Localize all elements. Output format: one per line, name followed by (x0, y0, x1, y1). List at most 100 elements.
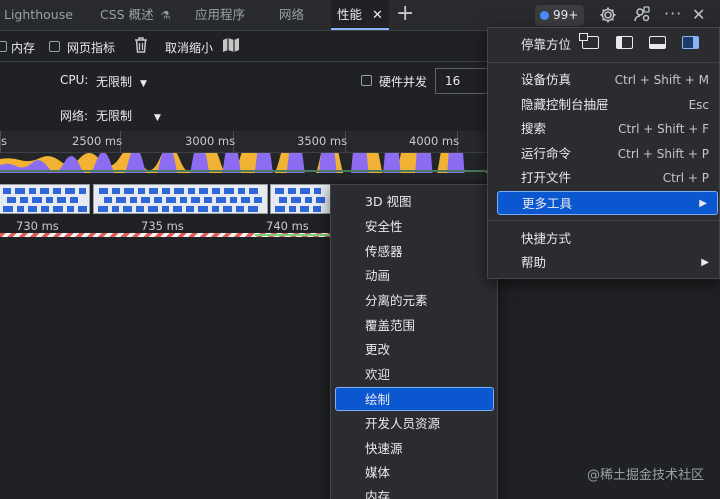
hw-concurrency-value: 16 (445, 74, 461, 88)
watermark-text: @稀土掘金技术社区 (586, 468, 704, 483)
menu-divider (488, 62, 719, 63)
menu-item-coverage[interactable]: 覆盖范围 (331, 314, 497, 338)
memory-checkbox[interactable] (0, 40, 7, 54)
menu-item-label: 开发人员资源 (365, 416, 441, 431)
timeline-ruler[interactable]: s 2500 ms 3000 ms 3500 ms 4000 ms (0, 131, 490, 153)
ruler-tick-label: 2500 ms (72, 134, 123, 148)
ruler-tick-label: 3000 ms (185, 134, 236, 148)
issues-count: 99+ (553, 8, 579, 22)
hw-concurrency-checkbox[interactable] (361, 74, 372, 88)
menu-item-label: 安全性 (365, 219, 403, 234)
tab-label: 性能 (337, 7, 363, 22)
dock-left-icon[interactable] (616, 36, 633, 49)
screenshot-thumbnail[interactable] (93, 184, 268, 214)
undock-icon[interactable] (579, 33, 599, 49)
menu-item-developer-resources[interactable]: 开发人员资源 (331, 412, 497, 436)
menu-item-3d-view[interactable]: 3D 视图 (331, 190, 497, 214)
detail-tick-label: 740 ms (266, 219, 309, 233)
web-vitals-label: 网页指标 (67, 41, 116, 55)
tab-lighthouse[interactable]: Lighthouse (4, 0, 73, 30)
detail-tick-label: 735 ms (141, 219, 184, 233)
trash-icon[interactable] (133, 36, 149, 57)
cpu-throttle-value: 无限制 (96, 75, 133, 89)
cpu-throttle-select[interactable]: 无限制 ▼ (96, 73, 147, 90)
menu-item-shortcut: Ctrl + Shift + M (614, 73, 709, 87)
more-vertical-icon[interactable]: ··· (664, 5, 684, 25)
chevron-right-icon: ▶ (699, 198, 707, 209)
menu-item-label: 欢迎 (365, 367, 391, 382)
issue-dot-icon (540, 11, 549, 20)
menu-item-welcome[interactable]: 欢迎 (331, 363, 497, 387)
menu-item-hide-console-drawer[interactable]: 隐藏控制台抽屉 Esc (488, 93, 719, 117)
screenshot-thumbnail[interactable] (270, 184, 332, 214)
tab-css-overview[interactable]: CSS 概述 ⚗ (100, 0, 170, 30)
map-icon[interactable] (222, 37, 240, 56)
menu-item-security[interactable]: 安全性 (331, 215, 497, 239)
menu-item-label: 动画 (365, 268, 391, 283)
menu-item-shortcuts[interactable]: 快捷方式 (488, 227, 719, 251)
menu-item-label: 更多工具 (522, 196, 573, 211)
menu-item-label: 传感器 (365, 244, 403, 259)
ruler-tick-label: 4000 ms (409, 134, 460, 148)
screenshot-thumbnail[interactable] (0, 184, 90, 214)
customize-people-icon[interactable] (632, 5, 652, 25)
menu-item-detached-elements[interactable]: 分离的元素 (331, 289, 497, 313)
network-throttle-select[interactable]: 无限制 ▼ (96, 107, 161, 124)
more-tools-submenu: 3D 视图 安全性 传感器 动画 分离的元素 覆盖范围 更改 欢迎 绘制 开发人… (330, 184, 498, 499)
settings-gear-icon[interactable] (598, 5, 618, 25)
close-icon[interactable]: ✕ (372, 8, 383, 23)
menu-item-shortcut: Ctrl + Shift + P (617, 147, 709, 161)
menu-item-label: 更改 (365, 342, 391, 357)
menu-item-label: 帮助 (521, 255, 547, 270)
menu-item-help[interactable]: 帮助 ▶ (488, 251, 719, 275)
menu-item-memory[interactable]: 内存 (331, 485, 497, 499)
dock-right-icon[interactable] (682, 36, 699, 49)
tab-performance[interactable]: 性能 ✕ (331, 0, 389, 30)
menu-item-label: 覆盖范围 (365, 318, 416, 333)
menu-item-sensors[interactable]: 传感器 (331, 240, 497, 264)
detail-tick-label: 730 ms (16, 219, 59, 233)
customize-devtools-menu: 停靠方位 设备仿真 Ctrl + Shift + M 隐藏控制台抽屉 Esc 搜索 C… (487, 27, 720, 279)
issues-badge[interactable]: 99+ (535, 5, 585, 26)
menu-item-label: 3D 视图 (365, 194, 412, 209)
menu-item-label: 运行命令 (521, 146, 572, 161)
menu-item-label: 快捷方式 (521, 231, 572, 246)
plus-icon[interactable]: + (396, 1, 414, 27)
checkbox[interactable] (0, 41, 7, 52)
tab-network[interactable]: 网络 (279, 0, 304, 30)
menu-item-more-tools[interactable]: 更多工具 ▶ (497, 191, 718, 215)
tab-label: 应用程序 (195, 7, 246, 22)
menu-item-quick-source[interactable]: 快速源 (331, 437, 497, 461)
menu-divider (488, 220, 719, 221)
ruler-tick-label: 3500 ms (297, 134, 348, 148)
menu-item-shortcut: Ctrl + P (662, 171, 709, 185)
menu-item-label: 媒体 (365, 465, 391, 480)
menu-item-label: 打开文件 (521, 170, 572, 185)
menu-item-shortcut: Ctrl + Shift + F (618, 122, 709, 136)
menu-item-rendering[interactable]: 绘制 (335, 387, 494, 411)
dropdown-caret-icon: ▼ (154, 113, 161, 123)
tab-label: CSS 概述 (100, 7, 154, 22)
tab-label: Lighthouse (4, 7, 73, 22)
menu-item-open-file[interactable]: 打开文件 Ctrl + P (488, 166, 719, 190)
dock-bottom-icon[interactable] (649, 36, 666, 49)
menu-item-label: 设备仿真 (521, 72, 572, 87)
cpu-activity-chart[interactable] (0, 108, 490, 223)
menu-item-media[interactable]: 媒体 (331, 461, 497, 485)
hw-concurrency-input[interactable]: 16 (435, 68, 495, 94)
web-vitals-checkbox[interactable] (49, 40, 60, 54)
ruler-tick-label: s (1, 134, 7, 148)
menu-item-label: 快速源 (365, 441, 403, 456)
close-devtools-icon[interactable]: ✕ (692, 5, 712, 25)
menu-item-run-command[interactable]: 运行命令 Ctrl + Shift + P (488, 142, 719, 166)
memory-label: 内存 (11, 41, 36, 55)
network-indicator (255, 234, 330, 236)
menu-item-changes[interactable]: 更改 (331, 338, 497, 362)
menu-item-animations[interactable]: 动画 (331, 264, 497, 288)
tab-application[interactable]: 应用程序 (195, 0, 245, 30)
chevron-right-icon: ▶ (701, 257, 709, 268)
network-label: 网络: (60, 109, 89, 123)
menu-item-device-emulation[interactable]: 设备仿真 Ctrl + Shift + M (488, 68, 719, 92)
menu-item-search[interactable]: 搜索 Ctrl + Shift + F (488, 117, 719, 141)
cancel-zoom-button[interactable]: 取消缩小 (165, 39, 213, 56)
